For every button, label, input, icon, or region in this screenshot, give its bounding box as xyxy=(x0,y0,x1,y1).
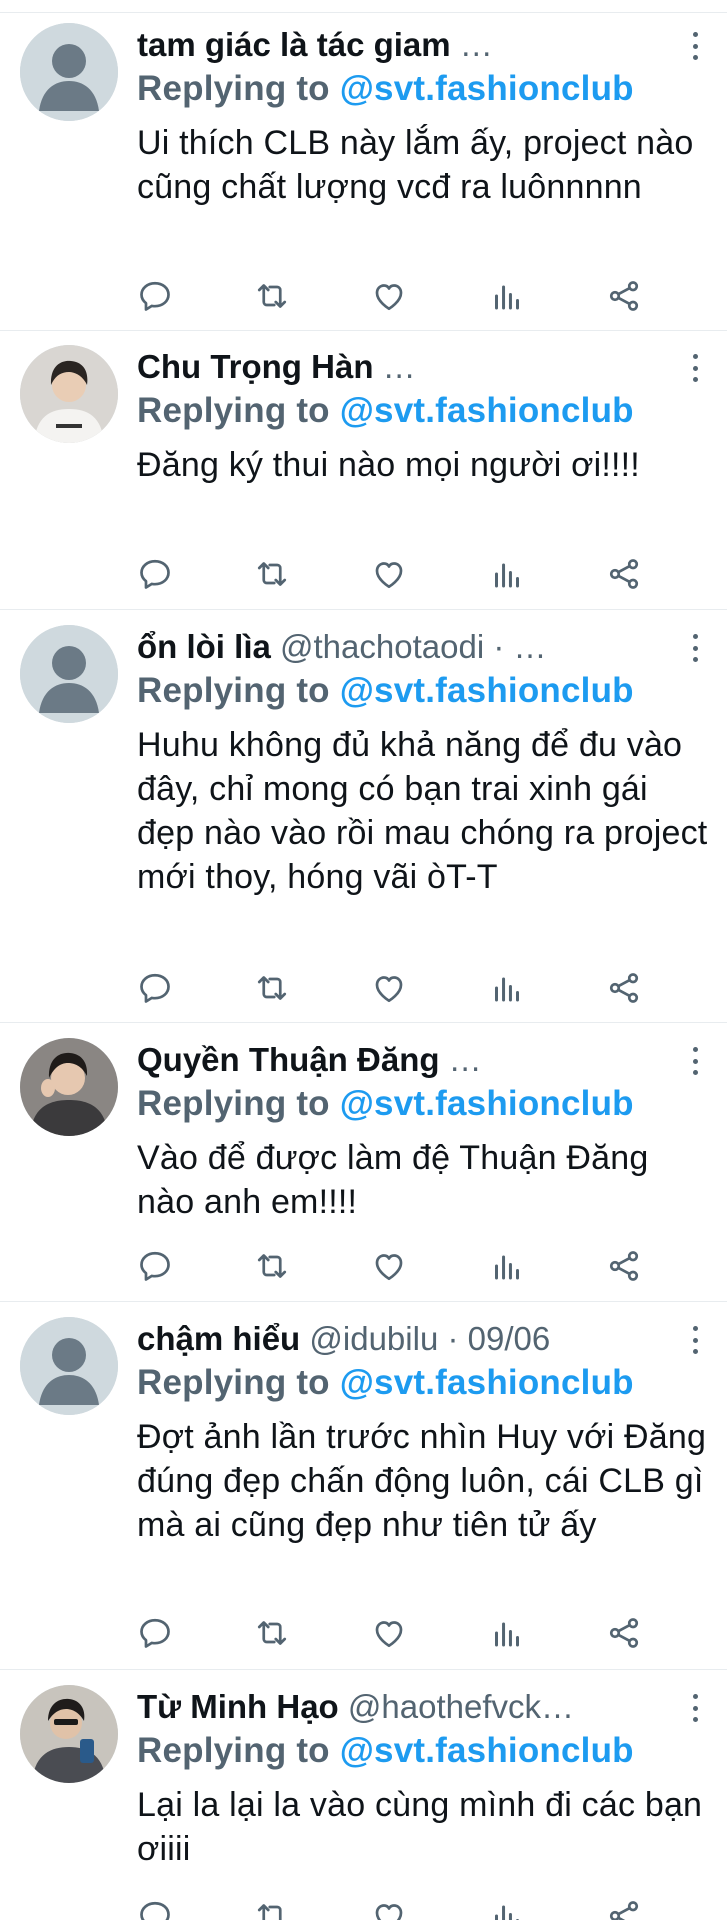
more-vertical-icon[interactable] xyxy=(680,1323,710,1357)
comment-icon[interactable] xyxy=(137,1898,177,1920)
tweet-header: ổn lòi lìa @thachotaodi · … xyxy=(137,625,712,669)
replying-to-label: Replying to xyxy=(137,1363,330,1402)
tweet-meta: … xyxy=(373,348,416,385)
avatar-default[interactable] xyxy=(20,1317,118,1415)
heart-icon[interactable] xyxy=(371,1615,411,1655)
stats-icon[interactable] xyxy=(489,970,529,1010)
tweet-text: Đăng ký thui nào mọi người ơi!!!! xyxy=(137,446,640,484)
tweet-date: · 09/06 xyxy=(438,1320,551,1357)
tweet-actions xyxy=(137,1248,657,1288)
tweet-meta: · … xyxy=(484,628,547,665)
comment-icon[interactable] xyxy=(137,1248,177,1288)
retweet-icon[interactable] xyxy=(254,278,294,318)
replying-to: Replying to @svt.fashionclub xyxy=(137,669,712,715)
user-handle[interactable]: @haothefvck… xyxy=(339,1688,574,1725)
avatar-photo[interactable] xyxy=(20,345,118,443)
more-vertical-icon[interactable] xyxy=(680,631,710,665)
display-name[interactable]: ổn lòi lìa xyxy=(137,628,271,665)
tweet[interactable]: tam giác là tác giam … Replying to @svt.… xyxy=(0,12,727,331)
display-name[interactable]: tam giác là tác giam xyxy=(137,26,451,63)
more-vertical-icon[interactable] xyxy=(680,351,710,385)
tweet-header: tam giác là tác giam … xyxy=(137,23,712,67)
heart-icon[interactable] xyxy=(371,278,411,318)
tweet-actions xyxy=(137,970,657,1010)
tweet[interactable]: ổn lòi lìa @thachotaodi · … Replying to … xyxy=(0,610,727,1023)
comment-icon[interactable] xyxy=(137,970,177,1010)
tweet-header: Chu Trọng Hàn … xyxy=(137,345,712,389)
tweet-text: Vào để được làm đệ Thuận Đăng nào anh em… xyxy=(137,1139,649,1221)
share-icon[interactable] xyxy=(606,1615,646,1655)
stats-icon[interactable] xyxy=(489,278,529,318)
heart-icon[interactable] xyxy=(371,1898,411,1920)
tweet[interactable]: Chu Trọng Hàn … Replying to @svt.fashion… xyxy=(0,331,727,610)
replying-to: Replying to @svt.fashionclub xyxy=(137,1082,712,1128)
tweet-meta: … xyxy=(450,26,493,63)
reply-feed: tam giác là tác giam … Replying to @svt.… xyxy=(0,0,727,1920)
tweet-actions xyxy=(137,1615,657,1655)
comment-icon[interactable] xyxy=(137,556,177,596)
stats-icon[interactable] xyxy=(489,1615,529,1655)
avatar-default[interactable] xyxy=(20,23,118,121)
user-handle[interactable]: @thachotaodi xyxy=(271,628,484,665)
retweet-icon[interactable] xyxy=(254,970,294,1010)
retweet-icon[interactable] xyxy=(254,1248,294,1288)
display-name[interactable]: Quyền Thuận Đăng xyxy=(137,1041,440,1078)
tweet-text: Đợt ảnh lần trước nhìn Huy với Đăng đúng… xyxy=(137,1418,707,1544)
tweet-header: chậm hiểu @idubilu · 09/06 xyxy=(137,1317,712,1361)
share-icon[interactable] xyxy=(606,556,646,596)
replying-to: Replying to @svt.fashionclub xyxy=(137,389,712,435)
more-vertical-icon[interactable] xyxy=(680,1044,710,1078)
display-name[interactable]: Chu Trọng Hàn xyxy=(137,348,373,385)
mention-link[interactable]: @svt.fashionclub xyxy=(340,391,634,430)
replying-to: Replying to @svt.fashionclub xyxy=(137,1729,712,1775)
share-icon[interactable] xyxy=(606,970,646,1010)
avatar-photo[interactable] xyxy=(20,1685,118,1783)
stats-icon[interactable] xyxy=(489,1898,529,1920)
tweet-meta: … xyxy=(439,1041,482,1078)
tweet[interactable]: Từ Minh Hạo @haothefvck… Replying to @sv… xyxy=(0,1670,727,1920)
mention-link[interactable]: @svt.fashionclub xyxy=(340,1084,634,1123)
tweet-text: Huhu không đủ khả năng để đu vào đây, ch… xyxy=(137,726,708,896)
replying-to-label: Replying to xyxy=(137,1731,330,1770)
tweet-text: Lại la lại la vào cùng mình đi các bạn ơ… xyxy=(137,1786,703,1868)
share-icon[interactable] xyxy=(606,1248,646,1288)
tweet-actions xyxy=(137,556,657,596)
mention-link[interactable]: @svt.fashionclub xyxy=(340,1363,634,1402)
share-icon[interactable] xyxy=(606,1898,646,1920)
comment-icon[interactable] xyxy=(137,278,177,318)
tweet[interactable]: Quyền Thuận Đăng … Replying to @svt.fash… xyxy=(0,1023,727,1302)
heart-icon[interactable] xyxy=(371,970,411,1010)
tweet-header: Từ Minh Hạo @haothefvck… xyxy=(137,1685,712,1729)
replying-to: Replying to @svt.fashionclub xyxy=(137,67,712,113)
more-vertical-icon[interactable] xyxy=(680,1691,710,1725)
replying-to-label: Replying to xyxy=(137,69,330,108)
mention-link[interactable]: @svt.fashionclub xyxy=(340,69,634,108)
retweet-icon[interactable] xyxy=(254,1898,294,1920)
display-name[interactable]: Từ Minh Hạo xyxy=(137,1688,339,1725)
heart-icon[interactable] xyxy=(371,1248,411,1288)
share-icon[interactable] xyxy=(606,278,646,318)
more-vertical-icon[interactable] xyxy=(680,29,710,63)
replying-to-label: Replying to xyxy=(137,671,330,710)
display-name[interactable]: chậm hiểu xyxy=(137,1320,300,1357)
tweet-text: Ui thích CLB này lắm ấy, project nào cũn… xyxy=(137,124,694,206)
heart-icon[interactable] xyxy=(371,556,411,596)
mention-link[interactable]: @svt.fashionclub xyxy=(340,671,634,710)
retweet-icon[interactable] xyxy=(254,1615,294,1655)
user-handle[interactable]: @idubilu xyxy=(300,1320,438,1357)
avatar-photo[interactable] xyxy=(20,1038,118,1136)
replying-to-label: Replying to xyxy=(137,391,330,430)
tweet[interactable]: chậm hiểu @idubilu · 09/06 Replying to @… xyxy=(0,1302,727,1670)
mention-link[interactable]: @svt.fashionclub xyxy=(340,1731,634,1770)
tweet-actions xyxy=(137,1898,657,1920)
avatar-default[interactable] xyxy=(20,625,118,723)
stats-icon[interactable] xyxy=(489,1248,529,1288)
replying-to: Replying to @svt.fashionclub xyxy=(137,1361,712,1407)
replying-to-label: Replying to xyxy=(137,1084,330,1123)
tweet-header: Quyền Thuận Đăng … xyxy=(137,1038,712,1082)
stats-icon[interactable] xyxy=(489,556,529,596)
comment-icon[interactable] xyxy=(137,1615,177,1655)
tweet-actions xyxy=(137,278,657,318)
retweet-icon[interactable] xyxy=(254,556,294,596)
